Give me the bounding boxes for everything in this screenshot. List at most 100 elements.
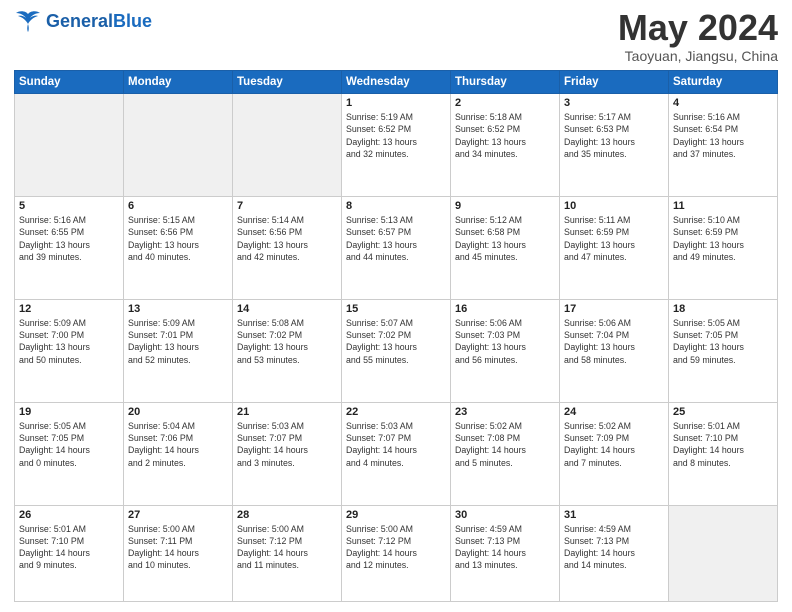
table-row: 12Sunrise: 5:09 AM Sunset: 7:00 PM Dayli… xyxy=(15,299,124,402)
header: GeneralBlue May 2024 Taoyuan, Jiangsu, C… xyxy=(14,10,778,64)
day-info: Sunrise: 5:10 AM Sunset: 6:59 PM Dayligh… xyxy=(673,214,773,263)
logo-bird-icon xyxy=(14,10,42,32)
day-info: Sunrise: 5:04 AM Sunset: 7:06 PM Dayligh… xyxy=(128,420,228,469)
title-block: May 2024 Taoyuan, Jiangsu, China xyxy=(618,10,778,64)
table-row: 31 Sunrise: 4:59 AM Sunset: 7:13 PM Dayli… xyxy=(560,505,669,602)
day-number: 27 xyxy=(128,509,228,521)
table-row: 5 Sunrise: 5:16 AM Sunset: 6:55 PM Daylig… xyxy=(15,196,124,299)
day-info: Sunrise: 5:11 AM Sunset: 6:59 PM Dayligh… xyxy=(564,214,664,263)
day-info: Sunrise: 5:02 AM Sunset: 7:09 PM Dayligh… xyxy=(564,420,664,469)
day-number: 25 xyxy=(673,406,773,418)
logo-blue: Blue xyxy=(113,11,152,31)
calendar-week-row: 19Sunrise: 5:05 AM Sunset: 7:05 PM Dayli… xyxy=(15,402,778,505)
table-row xyxy=(233,94,342,197)
day-number: 13 xyxy=(128,303,228,315)
col-wednesday: Wednesday xyxy=(342,71,451,94)
day-info: Sunrise: 5:14 AM Sunset: 6:56 PM Dayligh… xyxy=(237,214,337,263)
table-row: 10Sunrise: 5:11 AM Sunset: 6:59 PM Dayli… xyxy=(560,196,669,299)
table-row: 29 Sunrise: 5:00 AM Sunset: 7:12 PM Dayli… xyxy=(342,505,451,602)
day-number: 21 xyxy=(237,406,337,418)
day-number: 22 xyxy=(346,406,446,418)
day-number: 31 xyxy=(564,509,664,521)
logo-text: GeneralBlue xyxy=(46,12,152,30)
day-info: Sunrise: 5:09 AM Sunset: 7:01 PM Dayligh… xyxy=(128,317,228,366)
calendar-table: Sunday Monday Tuesday Wednesday Thursday… xyxy=(14,70,778,602)
day-number: 14 xyxy=(237,303,337,315)
day-info: Sunrise: 5:03 AM Sunset: 7:07 PM Dayligh… xyxy=(346,420,446,469)
table-row xyxy=(15,94,124,197)
day-info: Sunrise: 5:16 AM Sunset: 6:54 PM Dayligh… xyxy=(673,111,773,160)
day-number: 29 xyxy=(346,509,446,521)
table-row: 4 Sunrise: 5:16 AM Sunset: 6:54 PM Daylig… xyxy=(669,94,778,197)
day-number: 2 xyxy=(455,97,555,109)
day-number: 8 xyxy=(346,200,446,212)
table-row: 24 Sunrise: 5:02 AM Sunset: 7:09 PM Dayli… xyxy=(560,402,669,505)
day-number: 24 xyxy=(564,406,664,418)
table-row: 7 Sunrise: 5:14 AM Sunset: 6:56 PM Daylig… xyxy=(233,196,342,299)
col-tuesday: Tuesday xyxy=(233,71,342,94)
day-number: 26 xyxy=(19,509,119,521)
day-number: 7 xyxy=(237,200,337,212)
day-info: Sunrise: 5:07 AM Sunset: 7:02 PM Dayligh… xyxy=(346,317,446,366)
day-info: Sunrise: 5:18 AM Sunset: 6:52 PM Dayligh… xyxy=(455,111,555,160)
day-info: Sunrise: 5:19 AM Sunset: 6:52 PM Dayligh… xyxy=(346,111,446,160)
table-row: 20 Sunrise: 5:04 AM Sunset: 7:06 PM Dayli… xyxy=(124,402,233,505)
day-info: Sunrise: 5:13 AM Sunset: 6:57 PM Dayligh… xyxy=(346,214,446,263)
table-row: 15 Sunrise: 5:07 AM Sunset: 7:02 PM Dayli… xyxy=(342,299,451,402)
day-info: Sunrise: 5:06 AM Sunset: 7:04 PM Dayligh… xyxy=(564,317,664,366)
day-info: Sunrise: 5:01 AM Sunset: 7:10 PM Dayligh… xyxy=(19,523,119,572)
day-number: 5 xyxy=(19,200,119,212)
logo-general: General xyxy=(46,11,113,31)
col-thursday: Thursday xyxy=(451,71,560,94)
location: Taoyuan, Jiangsu, China xyxy=(618,48,778,64)
table-row xyxy=(124,94,233,197)
day-info: Sunrise: 5:00 AM Sunset: 7:12 PM Dayligh… xyxy=(346,523,446,572)
day-info: Sunrise: 5:08 AM Sunset: 7:02 PM Dayligh… xyxy=(237,317,337,366)
table-row: 13 Sunrise: 5:09 AM Sunset: 7:01 PM Dayli… xyxy=(124,299,233,402)
table-row xyxy=(669,505,778,602)
table-row: 2 Sunrise: 5:18 AM Sunset: 6:52 PM Daylig… xyxy=(451,94,560,197)
table-row: 8 Sunrise: 5:13 AM Sunset: 6:57 PM Daylig… xyxy=(342,196,451,299)
day-info: Sunrise: 5:05 AM Sunset: 7:05 PM Dayligh… xyxy=(19,420,119,469)
day-info: Sunrise: 5:16 AM Sunset: 6:55 PM Dayligh… xyxy=(19,214,119,263)
table-row: 30Sunrise: 4:59 AM Sunset: 7:13 PM Dayli… xyxy=(451,505,560,602)
day-info: Sunrise: 5:05 AM Sunset: 7:05 PM Dayligh… xyxy=(673,317,773,366)
day-number: 6 xyxy=(128,200,228,212)
table-row: 17Sunrise: 5:06 AM Sunset: 7:04 PM Dayli… xyxy=(560,299,669,402)
calendar-week-row: 1 Sunrise: 5:19 AM Sunset: 6:52 PM Daylig… xyxy=(15,94,778,197)
day-number: 28 xyxy=(237,509,337,521)
table-row: 9 Sunrise: 5:12 AM Sunset: 6:58 PM Daylig… xyxy=(451,196,560,299)
day-number: 12 xyxy=(19,303,119,315)
calendar-header-row: Sunday Monday Tuesday Wednesday Thursday… xyxy=(15,71,778,94)
table-row: 19Sunrise: 5:05 AM Sunset: 7:05 PM Dayli… xyxy=(15,402,124,505)
table-row: 14 Sunrise: 5:08 AM Sunset: 7:02 PM Dayli… xyxy=(233,299,342,402)
day-number: 1 xyxy=(346,97,446,109)
col-friday: Friday xyxy=(560,71,669,94)
page: GeneralBlue May 2024 Taoyuan, Jiangsu, C… xyxy=(0,0,792,612)
day-info: Sunrise: 4:59 AM Sunset: 7:13 PM Dayligh… xyxy=(564,523,664,572)
day-number: 9 xyxy=(455,200,555,212)
day-number: 23 xyxy=(455,406,555,418)
day-info: Sunrise: 5:12 AM Sunset: 6:58 PM Dayligh… xyxy=(455,214,555,263)
table-row: 22 Sunrise: 5:03 AM Sunset: 7:07 PM Dayli… xyxy=(342,402,451,505)
table-row: 16Sunrise: 5:06 AM Sunset: 7:03 PM Dayli… xyxy=(451,299,560,402)
table-row: 23Sunrise: 5:02 AM Sunset: 7:08 PM Dayli… xyxy=(451,402,560,505)
day-info: Sunrise: 5:00 AM Sunset: 7:11 PM Dayligh… xyxy=(128,523,228,572)
col-saturday: Saturday xyxy=(669,71,778,94)
day-number: 4 xyxy=(673,97,773,109)
logo: GeneralBlue xyxy=(14,10,152,32)
table-row: 25Sunrise: 5:01 AM Sunset: 7:10 PM Dayli… xyxy=(669,402,778,505)
day-number: 20 xyxy=(128,406,228,418)
table-row: 21Sunrise: 5:03 AM Sunset: 7:07 PM Dayli… xyxy=(233,402,342,505)
day-number: 30 xyxy=(455,509,555,521)
col-sunday: Sunday xyxy=(15,71,124,94)
table-row: 28 Sunrise: 5:00 AM Sunset: 7:12 PM Dayli… xyxy=(233,505,342,602)
calendar-week-row: 5 Sunrise: 5:16 AM Sunset: 6:55 PM Daylig… xyxy=(15,196,778,299)
day-info: Sunrise: 5:00 AM Sunset: 7:12 PM Dayligh… xyxy=(237,523,337,572)
day-number: 15 xyxy=(346,303,446,315)
calendar-week-row: 26 Sunrise: 5:01 AM Sunset: 7:10 PM Dayli… xyxy=(15,505,778,602)
day-number: 16 xyxy=(455,303,555,315)
table-row: 11Sunrise: 5:10 AM Sunset: 6:59 PM Dayli… xyxy=(669,196,778,299)
day-info: Sunrise: 5:15 AM Sunset: 6:56 PM Dayligh… xyxy=(128,214,228,263)
day-number: 18 xyxy=(673,303,773,315)
